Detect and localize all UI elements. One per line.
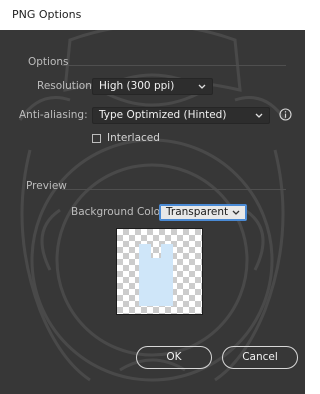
anti-aliasing-label: Anti-aliasing: bbox=[19, 109, 88, 121]
preview-artwork bbox=[139, 244, 173, 306]
preview-image bbox=[116, 228, 203, 315]
window-title: PNG Options bbox=[12, 8, 82, 21]
options-divider bbox=[62, 65, 286, 66]
chevron-down-icon bbox=[255, 113, 263, 118]
chevron-down-icon bbox=[198, 84, 206, 89]
options-group-label: Options bbox=[28, 56, 69, 68]
title-bar: PNG Options bbox=[0, 0, 305, 30]
info-icon[interactable] bbox=[279, 108, 292, 121]
preview-group-label: Preview bbox=[26, 180, 67, 192]
background-color-select[interactable]: Transparent bbox=[159, 204, 247, 221]
anti-aliasing-value: Type Optimized (Hinted) bbox=[99, 109, 227, 121]
preview-divider bbox=[62, 189, 286, 190]
interlaced-label: Interlaced bbox=[107, 132, 160, 144]
resolution-label: Resolution: bbox=[37, 80, 96, 92]
interlaced-checkbox[interactable] bbox=[92, 134, 101, 143]
background-color-label: Background Color: bbox=[71, 206, 168, 218]
resolution-value: High (300 ppi) bbox=[99, 80, 175, 92]
ok-button[interactable]: OK bbox=[136, 346, 212, 369]
anti-aliasing-select[interactable]: Type Optimized (Hinted) bbox=[92, 107, 270, 124]
chevron-down-icon bbox=[232, 210, 240, 215]
resolution-select[interactable]: High (300 ppi) bbox=[92, 78, 213, 95]
background-color-value: Transparent bbox=[166, 206, 229, 218]
cancel-button[interactable]: Cancel bbox=[222, 346, 298, 369]
png-options-dialog: Options Resolution: High (300 ppi) Anti-… bbox=[0, 30, 305, 394]
